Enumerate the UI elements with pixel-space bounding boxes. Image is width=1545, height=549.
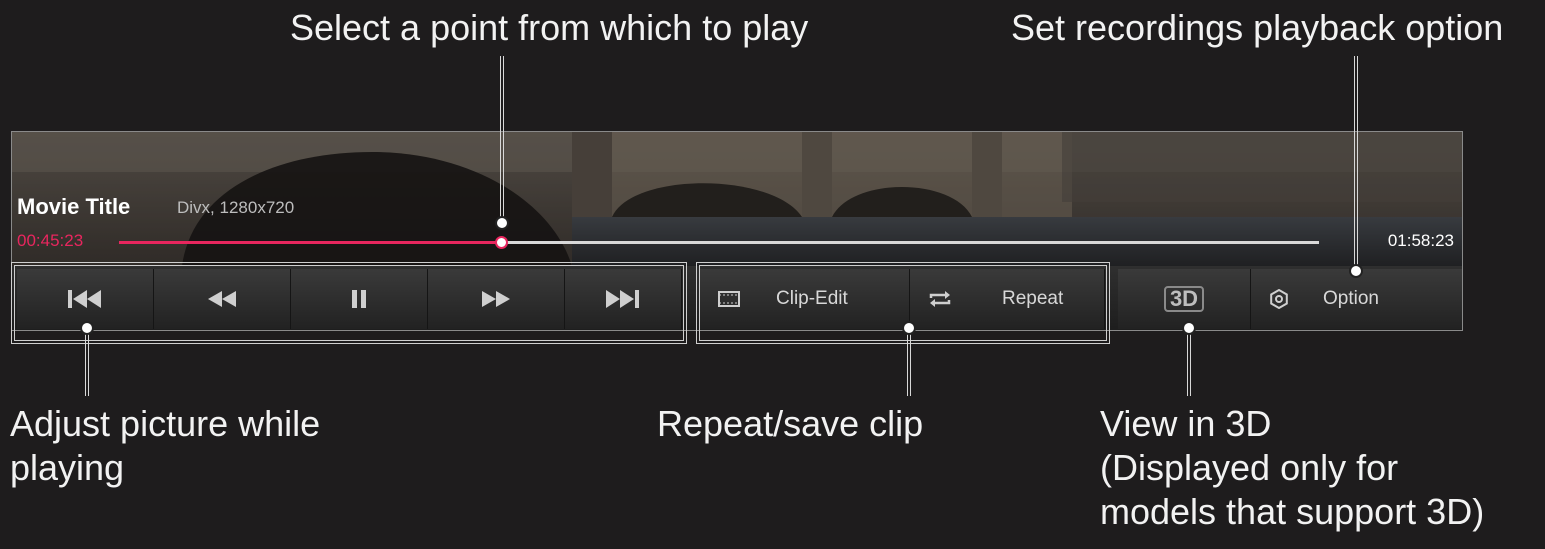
seek-callout-dot [495, 216, 509, 230]
callout-3d-line2: (Displayed only for [1100, 447, 1399, 488]
3d-button[interactable]: 3D [1118, 269, 1251, 329]
gear-icon [1270, 289, 1288, 309]
callout-seek: Select a point from which to play [290, 7, 809, 48]
playback-controls-highlight [11, 262, 687, 344]
seek-handle[interactable] [494, 236, 508, 249]
callout-adjust-line1: Adjust picture while [10, 403, 321, 444]
seek-callout-line [500, 56, 504, 218]
callout-repeat-save: Repeat/save clip [657, 403, 924, 444]
callout-3d-line1: View in 3D [1100, 403, 1272, 444]
total-duration: 01:58:23 [1387, 231, 1454, 250]
callout-adjust-picture: Adjust picture while playing [10, 402, 320, 490]
3d-icon: 3D [1163, 286, 1205, 312]
media-format-info: Divx, 1280x720 [177, 198, 295, 217]
option-callout-dot [1349, 264, 1363, 278]
callout-option: Set recordings playback option [1011, 7, 1504, 48]
3d-callout-line [1187, 330, 1191, 396]
callout-3d-line3: models that support 3D) [1100, 491, 1485, 532]
adjust-callout-dot [80, 321, 94, 335]
seek-bar[interactable] [119, 236, 1319, 249]
media-title: Movie Title [17, 194, 131, 219]
option-label: Option [1323, 288, 1379, 309]
current-time: 00:45:23 [17, 231, 84, 250]
repeat-callout-line [907, 330, 911, 396]
option-callout-line [1354, 56, 1358, 266]
adjust-callout-line [85, 330, 89, 396]
option-button[interactable]: Option [1251, 269, 1462, 329]
callout-adjust-line2: playing [10, 447, 125, 488]
3d-callout-dot [1182, 321, 1196, 335]
seek-bar-progress [119, 241, 501, 244]
callout-view-3d: View in 3D (Displayed only for models th… [1100, 402, 1484, 534]
repeat-callout-dot [902, 321, 916, 335]
